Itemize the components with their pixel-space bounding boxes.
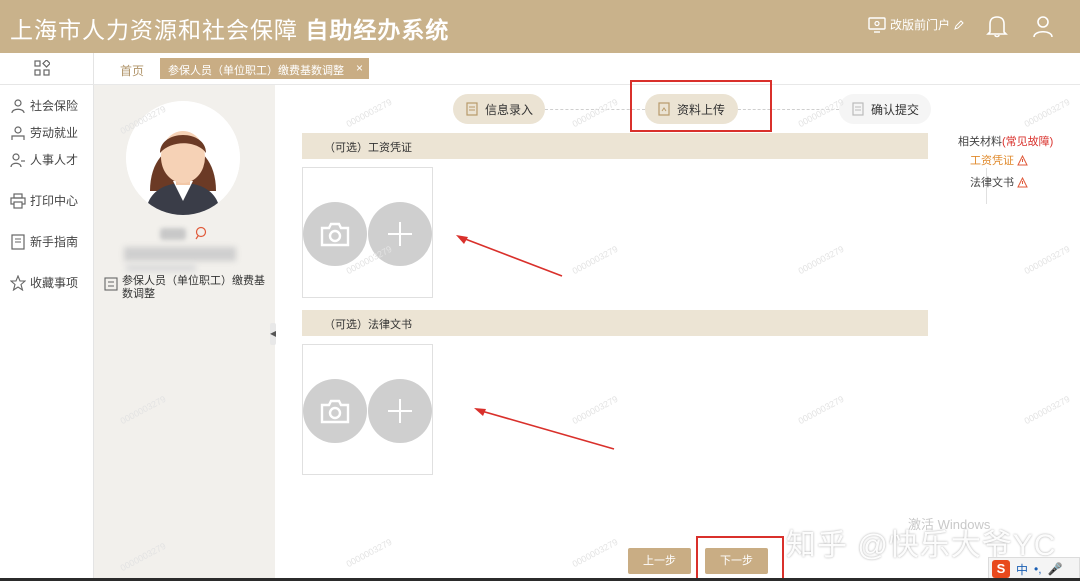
related-item-legal[interactable]: 法律文书	[970, 174, 1028, 190]
section-header-legal: （可选）法律文书	[302, 310, 928, 336]
tab-home[interactable]: 首页	[120, 62, 144, 79]
camera-icon	[320, 399, 350, 424]
camera-button[interactable]	[303, 202, 367, 266]
old-portal-label: 改版前门户	[890, 18, 951, 32]
ime-logo-icon: S	[992, 560, 1010, 578]
plus-icon	[388, 222, 412, 246]
main-content: 信息录入 资料上传 确认提交 （可选）工资凭证 （可选）法律文书 相关材料(常见…	[276, 80, 1080, 581]
camera-button[interactable]	[303, 379, 367, 443]
pencil-icon	[954, 19, 964, 30]
form-icon	[104, 277, 118, 291]
monitor-icon	[868, 16, 886, 33]
related-label: 相关材料	[958, 136, 1002, 148]
user-name-redacted	[160, 228, 186, 240]
step-info-entry[interactable]: 信息录入	[453, 94, 545, 124]
step-label: 确认提交	[870, 102, 919, 117]
app-title-part1: 上海市人力资源和社会保障	[10, 17, 298, 43]
avatar	[126, 101, 240, 215]
bell-icon	[986, 16, 1008, 38]
ime-punct[interactable]: •,	[1034, 562, 1042, 576]
annotation-arrow	[456, 235, 563, 277]
app-title: 上海市人力资源和社会保障 自助经办系统	[10, 11, 449, 45]
old-portal-link[interactable]: 改版前门户	[868, 16, 964, 33]
social-insurance-icon	[11, 98, 25, 113]
app-title-part2: 自助经办系统	[305, 17, 450, 43]
edit-icon[interactable]	[194, 226, 208, 240]
plus-icon	[388, 399, 412, 423]
checklist-icon	[852, 102, 864, 116]
user-menu[interactable]	[1032, 14, 1054, 43]
notification-bell[interactable]	[986, 14, 1008, 43]
step-confirm[interactable]: 确认提交	[839, 94, 931, 124]
user-info-redacted	[126, 264, 196, 272]
related-item-label: 法律文书	[970, 177, 1014, 189]
nav-divider	[0, 84, 94, 85]
printer-icon	[10, 192, 26, 209]
nav-item-guide[interactable]: 新手指南	[10, 233, 78, 250]
nav-item-employment[interactable]: 劳动就业	[10, 124, 78, 141]
annotation-highlight-step	[630, 80, 772, 132]
nav-item-talent[interactable]: 人事人才	[10, 151, 78, 168]
related-materials-header: 相关材料(常见故障)	[958, 133, 1053, 149]
step-label: 信息录入	[484, 102, 533, 117]
talent-icon	[10, 152, 25, 167]
employment-icon	[11, 125, 25, 140]
document-icon	[466, 102, 478, 116]
apps-grid-button[interactable]	[34, 59, 51, 81]
star-icon	[10, 274, 26, 291]
warning-icon	[1017, 176, 1028, 187]
nav-item-label: 新手指南	[30, 235, 79, 249]
user-id-redacted	[124, 247, 236, 261]
related-item-wage[interactable]: 工资凭证	[970, 152, 1028, 168]
camera-icon	[320, 222, 350, 247]
grid-icon	[34, 59, 51, 76]
user-icon	[1033, 16, 1053, 38]
nav-item-label: 收藏事项	[30, 276, 79, 290]
nav-item-label: 人事人才	[30, 153, 79, 167]
guide-icon	[11, 233, 25, 250]
upload-box-wage	[302, 167, 433, 298]
nav-item-favorites[interactable]: 收藏事项	[10, 274, 78, 291]
nav-item-social-insurance[interactable]: 社会保险	[10, 97, 78, 114]
app-header: 上海市人力资源和社会保障 自助经办系统 改版前门户	[0, 0, 1080, 53]
ime-mic-icon[interactable]: 🎤	[1048, 562, 1063, 576]
tab-close-icon[interactable]: ×	[356, 61, 363, 75]
tab-active[interactable]: 参保人员（单位职工）缴费基数调整 ×	[160, 58, 369, 79]
tab-bar: 首页 参保人员（单位职工）缴费基数调整 ×	[94, 53, 1080, 85]
current-service-link[interactable]: 参保人员（单位职工）缴费基数调整	[104, 275, 269, 301]
annotation-arrow	[474, 408, 615, 450]
nav-item-label: 社会保险	[30, 99, 79, 113]
tab-active-label: 参保人员（单位职工）缴费基数调整	[168, 65, 344, 77]
annotation-highlight-next	[696, 536, 784, 581]
prev-step-button[interactable]: 上一步	[628, 548, 691, 574]
nav-item-label: 劳动就业	[30, 126, 79, 140]
left-nav: 社会保险 劳动就业 人事人才 打印中心 新手指南 收藏事项	[0, 53, 94, 581]
avatar-illustration	[126, 101, 240, 215]
profile-panel: 参保人员（单位职工）缴费基数调整	[94, 85, 275, 581]
upload-box-legal	[302, 344, 433, 475]
nav-item-label: 打印中心	[30, 194, 79, 208]
section-header-wage: （可选）工资凭证	[302, 133, 928, 159]
related-item-label: 工资凭证	[970, 155, 1014, 167]
current-service-label: 参保人员（单位职工）缴费基数调整	[122, 275, 265, 300]
faq-link[interactable]: (常见故障)	[1002, 136, 1053, 148]
warning-icon	[1017, 154, 1028, 165]
ime-lang[interactable]: 中	[1016, 561, 1028, 578]
add-file-button[interactable]	[368, 379, 432, 443]
add-file-button[interactable]	[368, 202, 432, 266]
nav-item-print-center[interactable]: 打印中心	[10, 192, 78, 209]
